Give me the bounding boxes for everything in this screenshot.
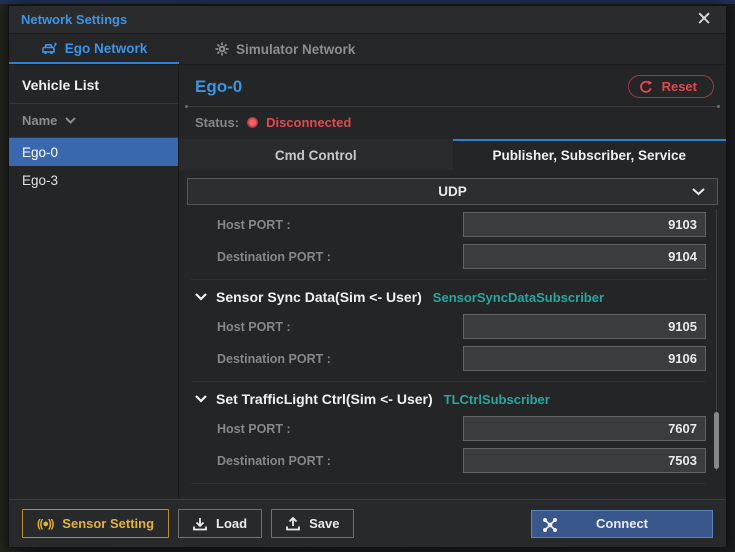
status-value: Disconnected [266,115,351,130]
sensor-setting-button[interactable]: ((●)) Sensor Setting [22,509,169,538]
divider [187,106,718,107]
section-subscriber: TLCtrlSubscriber [444,392,550,407]
vehicle-list-item-ego-3[interactable]: Ego-3 [9,166,178,194]
port-input[interactable] [463,346,706,371]
port-row: Host PORT : [217,212,706,237]
save-label: Save [309,516,339,531]
port-row: Host PORT : [217,416,706,441]
tab-ego-network[interactable]: Ego Network [9,34,179,64]
gear-icon [215,42,229,56]
port-label: Destination PORT : [217,352,331,366]
tab-cmd-control[interactable]: Cmd Control [179,139,453,170]
tab-ego-network-label: Ego Network [65,41,148,56]
network-settings-dialog: Network Settings ✕ Ego Network [8,5,727,548]
protocol-select-value: UDP [438,184,467,199]
vehicle-list-item-ego-0[interactable]: Ego-0 [9,138,178,166]
divider [191,483,706,484]
port-input[interactable] [463,416,706,441]
port-input[interactable] [463,212,706,237]
port-label: Host PORT : [217,218,291,232]
scrollbar-thumb[interactable] [714,412,719,469]
close-icon[interactable]: ✕ [694,10,714,29]
dialog-titlebar: Network Settings ✕ [9,6,726,34]
port-row: Destination PORT : [217,448,706,473]
status-row: Status: Disconnected [179,107,726,139]
vehicle-list-title: Vehicle List [9,65,178,104]
sub-tabbar: Cmd Control Publisher, Subscriber, Servi… [179,139,726,170]
vehicle-list-sort[interactable]: Name [9,104,178,138]
divider [191,381,706,382]
chevron-down-icon [692,188,705,196]
tab-simulator-network[interactable]: Simulator Network [201,34,369,64]
refresh-icon [639,80,653,94]
ports-scroll-area: Host PORT : Destination PORT : Sensor Sy… [179,205,726,499]
chevron-down-icon [195,395,207,403]
status-label: Status: [195,115,239,130]
port-row: Host PORT : [217,314,706,339]
load-label: Load [216,516,247,531]
car-icon [41,42,58,55]
protocol-select[interactable]: UDP [187,178,718,205]
port-row: Destination PORT : [217,244,706,269]
broadcast-icon: ((●)) [37,518,53,530]
chevron-down-icon [65,117,76,124]
save-button[interactable]: Save [271,509,354,538]
dialog-title: Network Settings [21,12,127,27]
chevron-down-icon [195,293,207,301]
sensor-setting-label: Sensor Setting [62,516,154,531]
port-input[interactable] [463,314,706,339]
download-icon [193,517,207,531]
section-title: Set TrafficLight Ctrl(Sim <- User) [216,391,433,407]
upload-icon [286,517,300,531]
vehicle-title: Ego-0 [195,77,242,97]
section-header-set-trafficlight-ctrl[interactable]: Set TrafficLight Ctrl(Sim <- User) TLCtr… [195,391,706,407]
port-row: Destination PORT : [217,346,706,371]
section-header-sensor-sync-data[interactable]: Sensor Sync Data(Sim <- User) SensorSync… [195,289,706,305]
tab-publisher-subscriber-service[interactable]: Publisher, Subscriber, Service [453,139,727,170]
vehicle-list-panel: Vehicle List Name Ego-0 Ego-3 [9,65,179,499]
port-input[interactable] [463,448,706,473]
connect-button[interactable]: Connect [531,510,713,538]
port-label: Destination PORT : [217,250,331,264]
reset-label: Reset [662,79,697,94]
divider [191,279,706,280]
section-subscriber: SensorSyncDataSubscriber [433,290,604,305]
status-dot-icon [247,117,258,128]
port-label: Host PORT : [217,320,291,334]
tab-simulator-network-label: Simulator Network [236,42,355,57]
port-label: Destination PORT : [217,454,331,468]
section-title: Sensor Sync Data(Sim <- User) [216,289,422,305]
connect-label: Connect [596,516,648,531]
reset-button[interactable]: Reset [628,75,714,98]
port-input[interactable] [463,244,706,269]
vehicle-list-sort-label: Name [22,113,57,128]
background-app-strip [0,0,735,4]
dialog-footer: ((●)) Sensor Setting Load Save [9,499,726,547]
port-label: Host PORT : [217,422,291,436]
load-button[interactable]: Load [178,509,262,538]
vehicle-detail-panel: Ego-0 Reset Status: Disconnected [179,65,726,499]
main-tabbar: Ego Network Simulator Network [9,34,726,65]
